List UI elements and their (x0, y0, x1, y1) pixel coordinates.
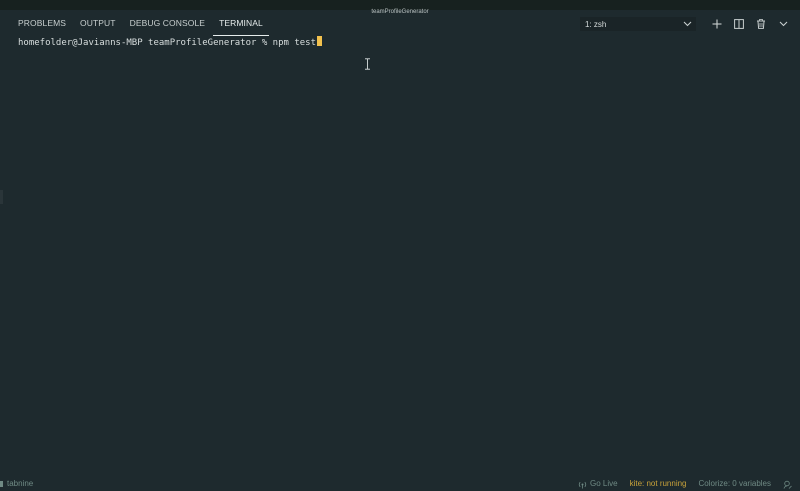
new-terminal-button[interactable] (706, 17, 728, 31)
tab-terminal[interactable]: TERMINAL (213, 16, 269, 36)
vscode-window: teamProfileGenerator PROBLEMS OUTPUT DEB… (0, 0, 800, 491)
terminal-selector-value: 1: zsh (585, 19, 607, 29)
terminal-output[interactable]: homefolder@Javianns-MBP teamProfileGener… (18, 36, 800, 49)
tab-output[interactable]: OUTPUT (74, 16, 122, 36)
sash-handle[interactable] (0, 190, 3, 204)
feedback-icon (783, 480, 792, 489)
title-bar: teamProfileGenerator (0, 0, 800, 15)
kite-status[interactable]: kite: not running (624, 477, 693, 491)
status-bar: tabnine Go Live kite: not running Colori… (0, 477, 800, 491)
panel-actions (706, 17, 794, 31)
status-bar-right: Go Live kite: not running Colorize: 0 va… (572, 477, 800, 491)
terminal-selector[interactable]: 1: zsh (580, 17, 696, 31)
status-bar-left: tabnine (0, 477, 39, 491)
tabnine-icon (0, 481, 3, 487)
go-live-label: Go Live (590, 479, 618, 488)
tabnine-label: tabnine (7, 479, 34, 488)
terminal-cursor (317, 36, 323, 46)
panel-tabs: PROBLEMS OUTPUT DEBUG CONSOLE TERMINAL (12, 16, 269, 36)
tab-problems[interactable]: PROBLEMS (12, 16, 72, 36)
text-cursor-icon (365, 58, 370, 70)
terminal-prompt: homefolder@Javianns-MBP teamProfileGener… (18, 38, 273, 48)
colorize-status[interactable]: Colorize: 0 variables (693, 477, 777, 491)
panel-header: PROBLEMS OUTPUT DEBUG CONSOLE TERMINAL 1… (0, 10, 800, 36)
go-live-status[interactable]: Go Live (572, 477, 624, 491)
kill-terminal-button[interactable] (750, 17, 772, 31)
feedback-status[interactable] (777, 480, 800, 489)
tab-debug-console[interactable]: DEBUG CONSOLE (124, 16, 211, 36)
kite-label: kite: not running (629, 479, 687, 488)
colorize-label: Colorize: 0 variables (698, 479, 771, 488)
plus-icon (712, 19, 722, 29)
terminal-command: npm test (272, 38, 317, 48)
trash-icon (757, 19, 765, 29)
split-terminal-button[interactable] (728, 17, 750, 31)
chevron-down-icon (683, 21, 692, 27)
chevron-down-icon (779, 21, 787, 27)
maximize-panel-button[interactable] (772, 17, 794, 31)
tabnine-status[interactable]: tabnine (0, 477, 39, 491)
split-icon (734, 19, 744, 29)
broadcast-icon (578, 481, 587, 488)
